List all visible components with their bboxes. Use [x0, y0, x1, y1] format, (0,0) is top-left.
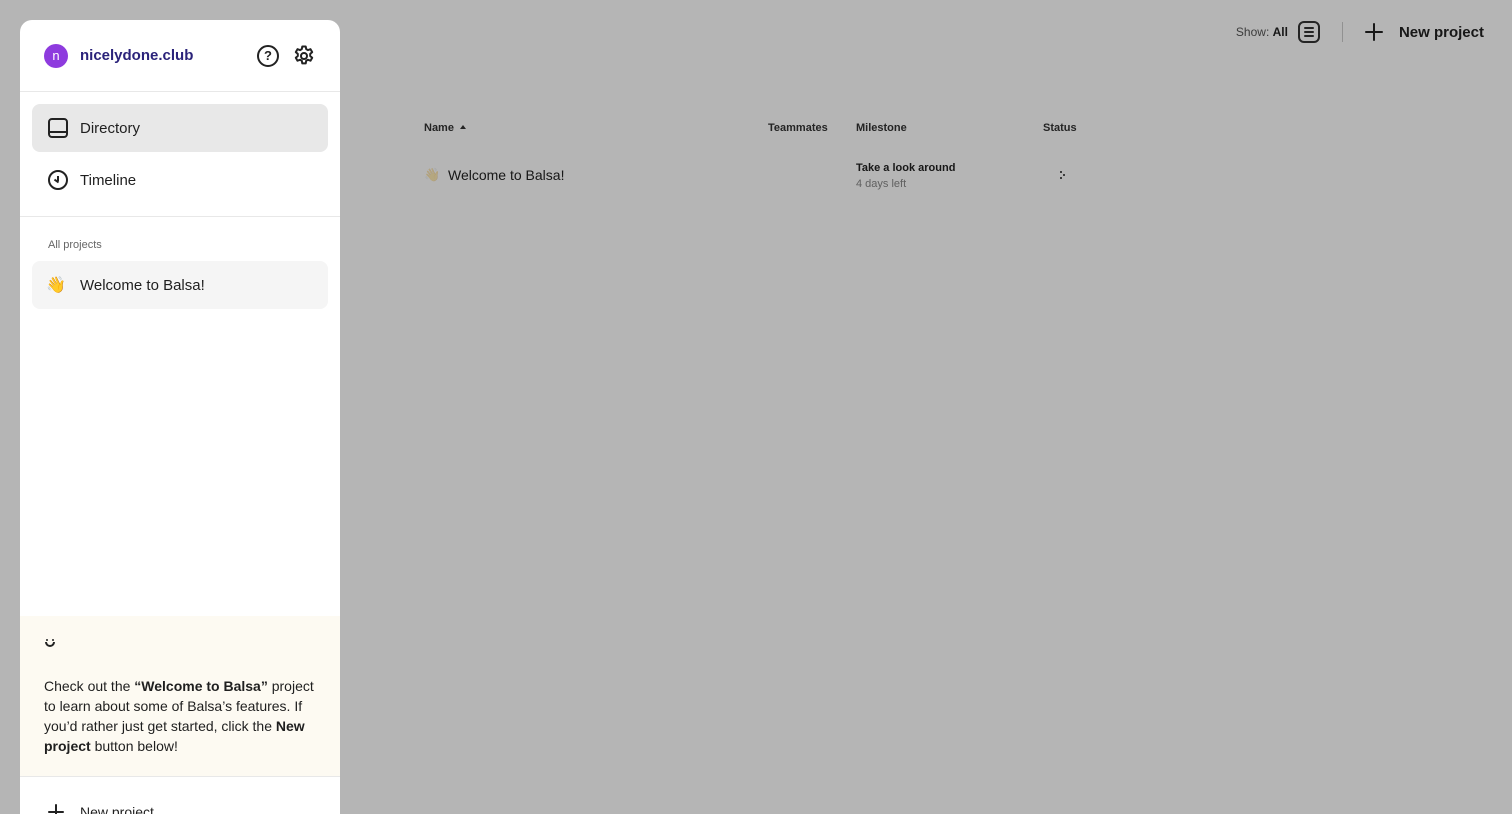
project-item-label: Welcome to Balsa! [80, 276, 205, 294]
workspace-avatar[interactable]: n [44, 44, 68, 68]
plus-icon [48, 804, 64, 814]
gear-icon[interactable] [292, 44, 316, 68]
workspace-name[interactable]: nicelydone.club [80, 47, 193, 64]
nav-item-directory[interactable]: Directory [32, 104, 328, 152]
new-project-footer-button[interactable]: New project [48, 804, 154, 814]
smile-icon [44, 638, 56, 650]
drawer-footer: New project [20, 776, 340, 814]
new-project-footer-label: New project [80, 804, 154, 814]
help-icon[interactable]: ? [257, 45, 279, 67]
onboarding-tip: Check out the “Welcome to Balsa” project… [20, 616, 340, 776]
drawer-header: n nicelydone.club ? [20, 20, 340, 92]
all-projects-heading: All projects [48, 239, 102, 251]
tip-text: Check out the “Welcome to Balsa” project… [44, 678, 314, 754]
drawer-nav: Directory Timeline [20, 92, 340, 217]
directory-icon [48, 118, 68, 138]
clock-icon [48, 170, 68, 190]
nav-item-label: Timeline [80, 171, 137, 189]
wave-icon: 👋 [46, 277, 66, 294]
sidebar-drawer: n nicelydone.club ? Directory Timeline A… [20, 20, 340, 814]
nav-item-label: Directory [80, 119, 141, 137]
nav-item-timeline[interactable]: Timeline [32, 156, 328, 204]
project-item-welcome[interactable]: 👋 Welcome to Balsa! [32, 261, 328, 309]
